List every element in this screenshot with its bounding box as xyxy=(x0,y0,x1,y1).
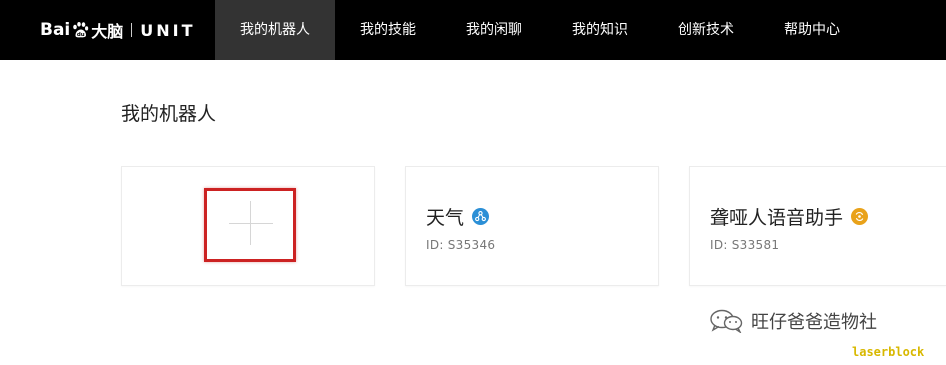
nav-help-center[interactable]: 帮助中心 xyxy=(759,0,865,60)
page-title: 我的机器人 xyxy=(121,103,217,125)
watermark-account: 旺仔爸爸造物社 xyxy=(751,312,877,333)
robot-name: 天气 xyxy=(426,207,465,229)
logo-divider xyxy=(131,23,133,37)
nav-my-robots[interactable]: 我的机器人 xyxy=(215,0,335,60)
robot-card-title: 聋哑人语音助手 xyxy=(710,203,869,230)
robot-id: ID: S33581 xyxy=(710,238,779,252)
wechat-icon xyxy=(710,309,743,333)
logo-unit-text: UNIT xyxy=(140,20,196,40)
nav-my-knowledge[interactable]: 我的知识 xyxy=(547,0,653,60)
robot-id-value: S33581 xyxy=(731,238,780,252)
robot-card-title: 天气 xyxy=(426,203,490,230)
share-nodes-icon xyxy=(472,208,490,225)
add-robot-button[interactable] xyxy=(204,188,296,262)
robot-id-value: S35346 xyxy=(447,238,496,252)
robot-name: 聋哑人语音助手 xyxy=(710,207,844,229)
robot-card[interactable]: 聋哑人语音助手 ID: S33581 xyxy=(689,166,946,286)
logo-product-text: 大脑 xyxy=(91,22,124,41)
top-navigation-bar: Bai du 大脑 UNIT 我的机器人 我的技能 我的闲聊 我的知识 创新技术… xyxy=(0,0,946,60)
nav-innovation[interactable]: 创新技术 xyxy=(653,0,759,60)
nav-my-chitchat[interactable]: 我的闲聊 xyxy=(441,0,547,60)
plus-icon-vertical xyxy=(250,201,251,245)
plus-icon xyxy=(229,223,273,224)
robot-id-label: ID: xyxy=(710,238,728,252)
watermark: 旺仔爸爸造物社 xyxy=(709,308,877,334)
robot-id: ID: S35346 xyxy=(426,238,495,252)
svg-text:du: du xyxy=(77,32,85,38)
robot-id-label: ID: xyxy=(426,238,444,252)
nav-my-skills[interactable]: 我的技能 xyxy=(335,0,441,60)
baidu-paw-icon: du xyxy=(73,22,89,38)
baidu-unit-logo[interactable]: Bai du 大脑 UNIT xyxy=(40,15,196,45)
robot-card[interactable]: 天气 ID: S35346 xyxy=(405,166,659,286)
main-nav: 我的机器人 我的技能 我的闲聊 我的知识 创新技术 帮助中心 xyxy=(215,0,865,60)
logo-bai-text: Bai xyxy=(40,20,71,40)
watermark-tag: laserblock xyxy=(852,345,925,359)
add-robot-card[interactable] xyxy=(121,166,375,286)
swirl-icon xyxy=(851,208,869,225)
